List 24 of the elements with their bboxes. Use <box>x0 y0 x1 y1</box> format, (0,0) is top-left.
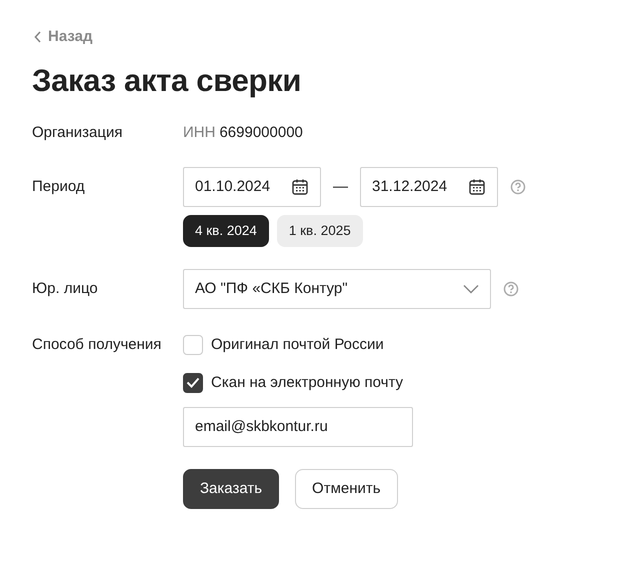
calendar-icon[interactable] <box>291 178 309 196</box>
date-field[interactable]: 31.12.2024 <box>360 166 498 206</box>
cancel-button[interactable]: Отменить <box>295 468 398 508</box>
field-label: Способ получения <box>32 334 162 354</box>
field-label: Период <box>32 176 86 196</box>
select-field[interactable]: АО "ПФ «СКБ Контур" <box>183 268 491 308</box>
chevron-left-icon <box>34 30 42 42</box>
quarter-button[interactable]: 1 кв. 2025 <box>276 214 363 246</box>
calendar-icon[interactable] <box>468 178 486 196</box>
email-field[interactable]: email@skbkontur.ru <box>183 406 413 446</box>
quarter-button[interactable]: 4 кв. 2024 <box>183 214 269 246</box>
checkbox[interactable] <box>183 372 203 392</box>
range-separator: — <box>333 178 348 195</box>
date-field[interactable]: 01.10.2024 <box>183 166 321 206</box>
chevron-down-icon <box>463 284 479 294</box>
page-title: Заказ акта сверки <box>32 62 302 98</box>
checkmark-icon <box>186 377 200 388</box>
field-label: Организация <box>32 122 124 142</box>
field-prefix: ИНН <box>183 124 216 141</box>
field-label: Юр. лицо <box>32 278 99 298</box>
checkbox-label: Оригинал почтой России <box>211 336 384 353</box>
order-button[interactable]: Заказать <box>183 468 280 508</box>
checkbox-label: Скан на электронную почту <box>211 374 403 391</box>
field-value: 6699000000 <box>219 124 303 141</box>
